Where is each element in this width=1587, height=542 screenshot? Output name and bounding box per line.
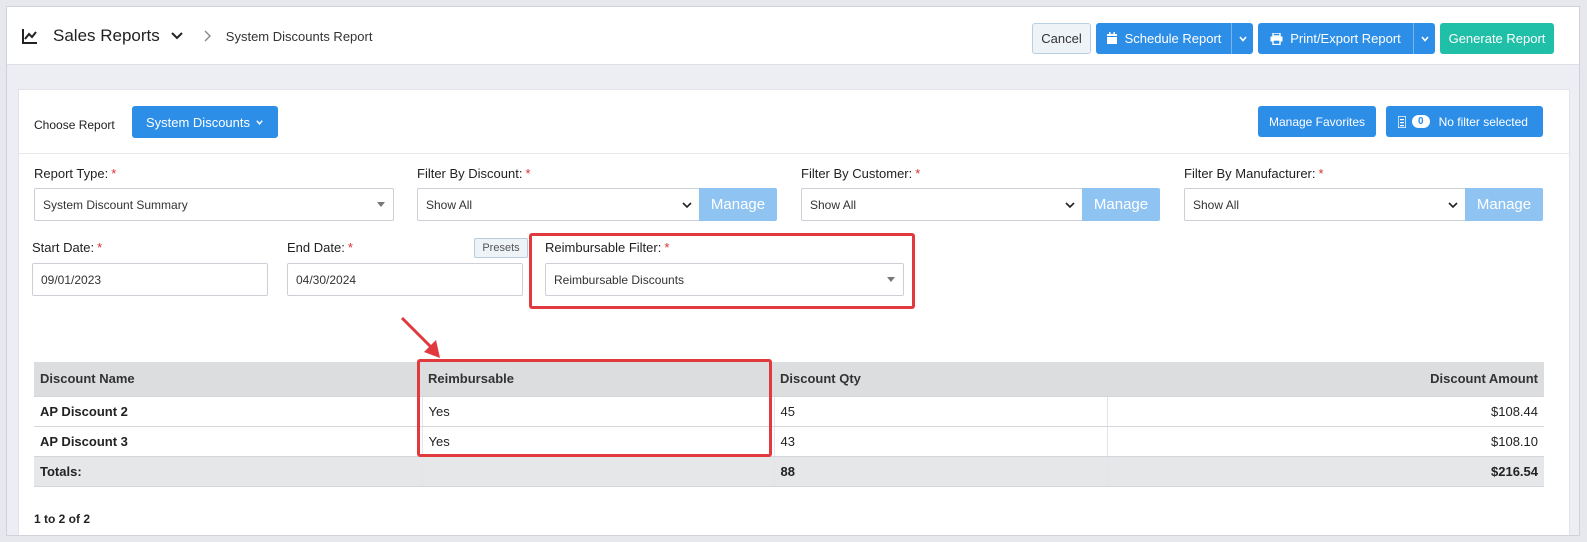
customer-filter-select[interactable]: Show All [801, 188, 1083, 221]
schedule-report-label: Schedule Report [1124, 31, 1222, 46]
discount-qty-cell: 43 [774, 426, 1108, 457]
manufacturer-filter-value: Show All [1193, 197, 1240, 212]
manage-customer-label: Manage [1093, 196, 1149, 213]
app-window: Sales Reports System Discounts Report Ca… [6, 6, 1580, 536]
totals-amount: $216.54 [1107, 456, 1544, 487]
manage-discount-button[interactable]: Manage [699, 188, 777, 221]
table-row: AP Discount 2 Yes 45 $108.44 [34, 396, 1544, 427]
filter-status-label: No filter selected [1438, 114, 1528, 129]
printer-icon [1270, 32, 1283, 45]
end-date-input[interactable]: 04/30/2024 [287, 263, 523, 296]
caret-down-icon [377, 202, 385, 207]
breadcrumb-current: System Discounts Report [225, 28, 373, 44]
chevron-down-icon [1448, 202, 1458, 209]
totals-qty: 88 [774, 456, 1108, 487]
start-date-input[interactable]: 09/01/2023 [32, 263, 268, 296]
reimbursable-filter-highlight [529, 233, 915, 309]
print-dropdown-toggle[interactable] [1413, 23, 1435, 54]
choose-report-value: System Discounts [145, 114, 251, 130]
start-date-label-text: Start Date: [32, 240, 95, 255]
manage-discount-label: Manage [710, 196, 766, 213]
report-panel: Choose Report System Discounts Manage Fa… [18, 89, 1571, 535]
filter-list-icon [1398, 115, 1406, 128]
cancel-button-label: Cancel [1041, 31, 1082, 46]
discount-filter-label-text: Filter By Discount: [417, 166, 523, 181]
manufacturer-filter-label: Filter By Manufacturer: * [1184, 166, 1324, 181]
discount-qty-cell: 45 [774, 396, 1108, 427]
discount-filter-value: Show All [426, 197, 473, 212]
required-mark: * [97, 240, 103, 255]
line-chart-icon [22, 29, 37, 44]
divider [19, 153, 1571, 154]
totals-reimbursable [422, 456, 775, 487]
totals-row: Totals: 88 $216.54 [34, 456, 1544, 487]
print-export-label: Print/Export Report [1290, 31, 1401, 46]
manage-manufacturer-label: Manage [1476, 196, 1532, 213]
annotation-arrow-icon [400, 316, 440, 358]
manage-manufacturer-button[interactable]: Manage [1465, 188, 1543, 221]
chevron-down-icon [682, 202, 692, 209]
schedule-report-button[interactable]: Schedule Report [1096, 23, 1253, 54]
chevron-down-icon [1420, 35, 1429, 42]
discount-filter-label: Filter By Discount: * [417, 166, 531, 181]
discount-amount-cell: $108.10 [1107, 426, 1544, 457]
end-date-label-text: End Date: [287, 240, 345, 255]
cancel-button[interactable]: Cancel [1032, 23, 1091, 54]
discount-amount-cell: $108.44 [1107, 396, 1544, 427]
report-type-select[interactable]: System Discount Summary [34, 188, 394, 221]
schedule-dropdown-toggle[interactable] [1231, 23, 1253, 54]
results-table: Discount Name Reimbursable Discount Qty … [34, 362, 1544, 487]
discount-name-cell: AP Discount 2 [34, 396, 423, 427]
manage-favorites-label: Manage Favorites [1268, 114, 1366, 129]
presets-button[interactable]: Presets [474, 238, 528, 258]
report-type-value: System Discount Summary [43, 197, 188, 212]
totals-label: Totals: [34, 456, 423, 487]
print-export-main[interactable]: Print/Export Report [1258, 23, 1413, 54]
table-header-row: Discount Name Reimbursable Discount Qty … [34, 362, 1544, 397]
generate-report-label: Generate Report [1448, 31, 1546, 46]
column-header-discount-amount[interactable]: Discount Amount [1107, 362, 1544, 397]
report-type-label: Report Type: * [34, 166, 116, 181]
customer-filter-value: Show All [810, 197, 857, 212]
end-date-value: 04/30/2024 [296, 272, 357, 287]
manufacturer-filter-label-text: Filter By Manufacturer: [1184, 166, 1316, 181]
start-date-value: 09/01/2023 [41, 272, 102, 287]
choose-report-label: Choose Report [34, 118, 115, 132]
print-export-button[interactable]: Print/Export Report [1258, 23, 1435, 54]
filter-count-badge: 0 [1412, 115, 1430, 128]
required-mark: * [915, 166, 921, 181]
column-header-discount-qty[interactable]: Discount Qty [774, 362, 1107, 397]
required-mark: * [347, 240, 353, 255]
chevron-down-icon [1065, 202, 1075, 209]
required-mark: * [525, 166, 531, 181]
end-date-label: End Date: * [287, 240, 353, 255]
app-title[interactable]: Sales Reports [53, 26, 160, 46]
chevron-right-icon [204, 30, 211, 42]
customer-filter-label-text: Filter By Customer: [801, 166, 913, 181]
choose-report-dropdown[interactable]: System Discounts [132, 106, 278, 138]
customer-filter-label: Filter By Customer: * [801, 166, 920, 181]
discount-name-cell: AP Discount 3 [34, 426, 423, 457]
generate-report-button[interactable]: Generate Report [1440, 23, 1554, 54]
required-mark: * [1318, 166, 1324, 181]
table-row: AP Discount 3 Yes 43 $108.10 [34, 426, 1544, 457]
title-area: Sales Reports System Discounts Report [21, 7, 372, 65]
calendar-icon [1106, 32, 1118, 45]
chevron-down-icon[interactable] [170, 29, 184, 43]
top-bar: Sales Reports System Discounts Report Ca… [7, 7, 1579, 65]
manage-customer-button[interactable]: Manage [1082, 188, 1160, 221]
manufacturer-filter-select[interactable]: Show All [1184, 188, 1466, 221]
required-mark: * [111, 166, 117, 181]
chevron-down-icon [256, 119, 263, 125]
start-date-label: Start Date: * [32, 240, 102, 255]
pagination-summary: 1 to 2 of 2 [34, 512, 91, 526]
manage-favorites-button[interactable]: Manage Favorites [1258, 106, 1376, 137]
discount-filter-select[interactable]: Show All [417, 188, 700, 221]
reimbursable-column-highlight [417, 359, 772, 457]
filter-status-button[interactable]: 0 No filter selected [1386, 106, 1543, 137]
column-header-discount-name[interactable]: Discount Name [34, 362, 422, 397]
report-type-label-text: Report Type: [34, 166, 109, 181]
schedule-report-main[interactable]: Schedule Report [1096, 23, 1231, 54]
chevron-down-icon [1238, 35, 1247, 42]
